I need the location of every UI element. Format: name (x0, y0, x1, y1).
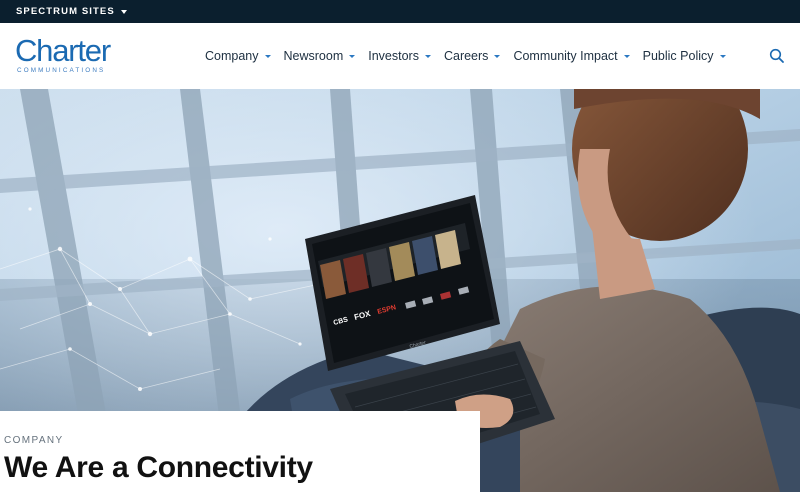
nav-item-label: Public Policy (642, 49, 714, 63)
main-header: Charter COMMUNICATIONS Company Newsroom … (0, 23, 800, 89)
utility-bar: SPECTRUM SITES (0, 0, 800, 23)
nav-item-label: Newsroom (283, 49, 344, 63)
section-eyebrow: COMPANY (4, 435, 64, 446)
nav-item-label: Careers (443, 49, 489, 63)
chevron-down-icon (719, 54, 726, 58)
nav-item-newsroom[interactable]: Newsroom (284, 49, 356, 63)
nav-item-label: Investors (368, 49, 419, 63)
nav-item-label: Community Impact (513, 49, 618, 63)
logo-wordmark: Charter (15, 33, 111, 68)
nav-item-investors[interactable]: Investors (368, 49, 431, 63)
charter-logo[interactable]: Charter COMMUNICATIONS (15, 33, 111, 74)
chevron-down-icon (264, 54, 271, 58)
spectrum-sites-label: SPECTRUM SITES (16, 6, 115, 17)
nav-item-company[interactable]: Company (205, 49, 271, 63)
chevron-down-icon (349, 54, 356, 58)
content-card: COMPANY We Are a Connectivity (0, 411, 480, 492)
logo-subtitle: COMMUNICATIONS (17, 67, 106, 74)
search-icon (769, 48, 784, 63)
nav-item-public-policy[interactable]: Public Policy (643, 49, 726, 63)
chevron-down-icon (494, 54, 501, 58)
primary-nav: Company Newsroom Investors Careers Commu… (205, 23, 739, 89)
search-button[interactable] (769, 48, 785, 64)
nav-item-label: Company (205, 49, 259, 63)
nav-item-careers[interactable]: Careers (443, 49, 501, 63)
page-headline: We Are a Connectivity (4, 451, 313, 484)
chevron-down-icon (623, 54, 630, 58)
nav-item-community-impact[interactable]: Community Impact (513, 49, 630, 63)
spectrum-sites-dropdown[interactable]: SPECTRUM SITES (16, 6, 127, 17)
chevron-down-icon (424, 54, 431, 58)
chevron-down-icon (120, 9, 127, 14)
